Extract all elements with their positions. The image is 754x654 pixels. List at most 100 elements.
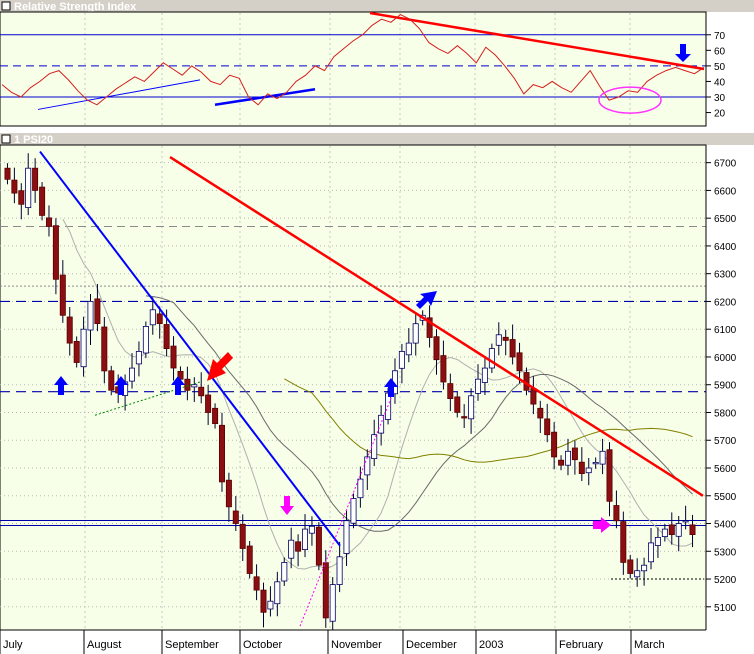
candle-body-34 — [239, 524, 246, 549]
candle-body-81 — [565, 450, 572, 466]
x-tick-label-7: February — [559, 639, 604, 651]
candle-body-3 — [25, 167, 32, 208]
price-ytick-label-9: 6000 — [714, 353, 737, 364]
candle-body-24 — [170, 345, 177, 369]
candle-body-10 — [73, 340, 80, 363]
candle-body-12 — [87, 300, 94, 331]
candle-body-93 — [648, 542, 655, 563]
rsi-title: Relative Strength Index — [14, 1, 137, 13]
candle-body-31 — [218, 424, 225, 483]
candle-body-74 — [516, 352, 523, 372]
price-ytick-label-15: 6600 — [714, 186, 737, 197]
candle-body-42 — [295, 541, 302, 552]
candle-body-79 — [551, 431, 558, 458]
x-tick-label-3: October — [243, 639, 282, 651]
candle-body-86 — [599, 450, 606, 465]
candle-body-65 — [454, 396, 461, 413]
candle-body-39 — [274, 581, 281, 605]
candle-body-66 — [461, 416, 468, 419]
x-tick-label-6: 2003 — [479, 639, 503, 651]
candle-body-76 — [530, 388, 537, 405]
candle-body-85 — [592, 461, 599, 465]
candle-body-23 — [163, 324, 170, 350]
candle-body-22 — [156, 313, 163, 324]
candle-body-84 — [585, 467, 592, 474]
candle-body-45 — [315, 526, 322, 566]
price-ytick-label-1: 5200 — [714, 575, 737, 586]
x-tick-label-5: December — [406, 639, 457, 651]
candle-body-36 — [253, 576, 260, 591]
candle-body-33 — [232, 510, 239, 524]
x-tick-label-2: September — [165, 639, 219, 651]
candle-body-41 — [288, 539, 295, 559]
price-ytick-label-16: 6700 — [714, 159, 737, 170]
x-tick-label-8: March — [634, 639, 665, 651]
candle-body-89 — [620, 521, 627, 563]
price-ytick-label-13: 6400 — [714, 242, 737, 253]
candle-body-38 — [267, 600, 274, 610]
candle-body-20 — [142, 325, 149, 354]
candle-body-35 — [246, 545, 253, 574]
candle-body-88 — [613, 505, 620, 522]
candle-body-40 — [281, 562, 288, 582]
candle-body-57 — [398, 350, 405, 369]
price-ytick-label-11: 6200 — [714, 297, 737, 308]
candle-body-51 — [357, 478, 364, 499]
candle-body-94 — [654, 537, 661, 546]
candle-body-21 — [149, 309, 156, 326]
rsi-ytick-label-1: 30 — [714, 93, 726, 104]
candle-body-68 — [474, 378, 481, 394]
candle-body-9 — [66, 316, 73, 344]
candle-body-0 — [4, 167, 11, 180]
candle-body-63 — [440, 355, 447, 383]
candle-body-98 — [682, 520, 689, 523]
candle-body-29 — [205, 394, 212, 413]
price-ytick-label-4: 5500 — [714, 492, 737, 503]
candle-body-83 — [578, 461, 585, 475]
candle-body-87 — [606, 449, 613, 502]
price-title-box[interactable] — [1, 134, 11, 144]
price-ytick-label-3: 5400 — [714, 520, 737, 531]
price-ytick-label-7: 5800 — [714, 408, 737, 419]
candle-body-18 — [128, 367, 135, 382]
candle-body-99 — [689, 524, 696, 536]
price-titlebar — [0, 133, 754, 145]
rsi-ytick-label-3: 50 — [714, 62, 726, 73]
candle-body-69 — [481, 367, 488, 383]
price-ytick-label-8: 5900 — [714, 381, 737, 392]
rsi-title-box[interactable] — [1, 1, 11, 11]
candle-body-1 — [11, 179, 18, 194]
candle-body-90 — [627, 559, 634, 574]
candle-body-37 — [260, 589, 267, 613]
chart-canvas: Relative Strength Index 20 30 40 50 60 70 1 P… — [0, 0, 754, 654]
candle-body-78 — [544, 418, 551, 436]
candle-body-92 — [641, 564, 648, 572]
candle-body-7 — [52, 225, 59, 280]
candle-body-72 — [502, 336, 509, 341]
price-ytick-label-0: 5100 — [714, 603, 737, 614]
candle-body-13 — [94, 298, 101, 324]
candle-body-11 — [80, 328, 87, 368]
price-panel: 1 PSI20 5100 5200 5300 5400 5500 5600 5700 5800… — [0, 133, 754, 637]
candle-body-27 — [191, 384, 198, 388]
price-ytick-label-6: 5700 — [714, 436, 737, 447]
candle-body-80 — [558, 459, 565, 466]
candle-body-53 — [371, 434, 378, 460]
candle-body-62 — [433, 336, 440, 361]
candle-body-52 — [364, 456, 371, 476]
candle-body-32 — [225, 479, 232, 508]
candle-body-14 — [101, 326, 108, 372]
candle-body-46 — [322, 562, 329, 619]
candle-body-47 — [329, 584, 336, 622]
candle-body-6 — [46, 217, 53, 227]
x-tick-label-4: November — [331, 639, 382, 651]
candle-body-8 — [59, 274, 66, 316]
candle-body-26 — [184, 378, 191, 391]
candle-body-82 — [571, 447, 578, 461]
candle-body-70 — [488, 348, 495, 369]
candle-body-49 — [343, 520, 350, 554]
rsi-ytick-label-4: 60 — [714, 46, 726, 57]
candle-body-43 — [301, 528, 308, 550]
candle-body-44 — [308, 525, 315, 534]
candle-body-77 — [537, 407, 544, 419]
